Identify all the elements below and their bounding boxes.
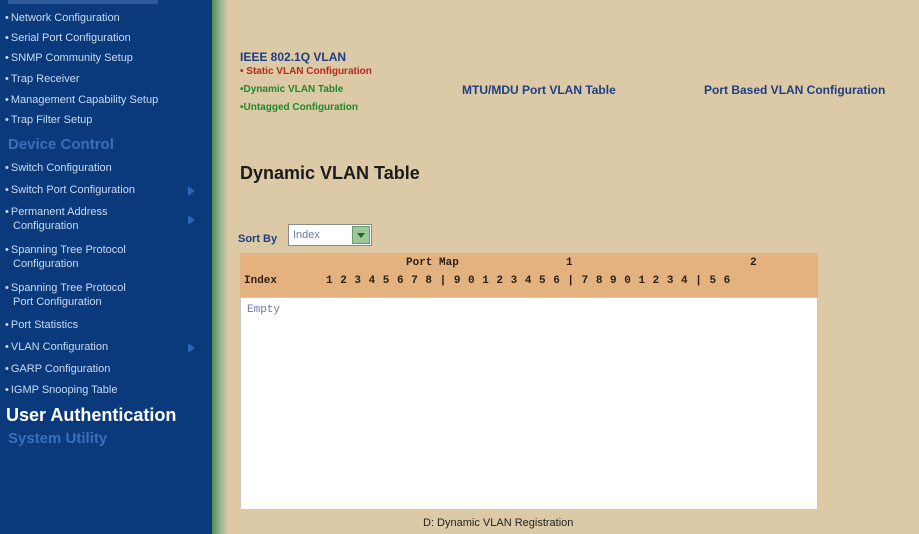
sidebar-item-label-line1: Permanent Address	[10, 206, 108, 218]
sidebar-cutoff-heading	[8, 0, 158, 4]
bullet-icon: •	[5, 282, 9, 294]
dropdown-arrow-icon[interactable]	[352, 226, 370, 244]
port-tens-1-header: 1	[566, 257, 573, 269]
figure-caption: D: Dynamic VLAN Registration	[423, 517, 574, 529]
sidebar-item-label: Trap Receiver	[10, 73, 80, 85]
link-untagged-configuration[interactable]: •Untagged Configuration	[240, 102, 358, 114]
sidebar-item-label: Management Capability Setup	[10, 94, 159, 106]
sidebar-item-network-configuration[interactable]: • Network Configuration	[5, 12, 205, 25]
sidebar-item-switch-configuration[interactable]: • Switch Configuration	[5, 162, 205, 175]
bullet-icon: •	[5, 384, 9, 396]
sidebar-item-igmp-snooping-table[interactable]: • IGMP Snooping Table	[5, 384, 205, 397]
sidebar-item-label-line1: Spanning Tree Protocol	[10, 244, 126, 256]
sidebar-heading-device-control[interactable]: Device Control	[8, 136, 114, 153]
sidebar-item-trap-filter-setup[interactable]: • Trap Filter Setup	[5, 114, 205, 127]
sidebar-item-permanent-address-configuration[interactable]: • Permanent Address Configuration	[5, 205, 205, 233]
sidebar-item-serial-port-configuration[interactable]: • Serial Port Configuration	[5, 32, 205, 45]
vlan-section-title: IEEE 802.1Q VLAN	[240, 50, 347, 64]
sidebar-item-label: IGMP Snooping Table	[10, 384, 118, 396]
main-content: IEEE 802.1Q VLAN • Static VLAN Configura…	[228, 0, 919, 534]
sidebar-item-switch-port-configuration[interactable]: • Switch Port Configuration	[5, 184, 205, 197]
sidebar-item-port-statistics[interactable]: • Port Statistics	[5, 319, 205, 332]
index-column-header: Index	[244, 275, 278, 287]
empty-table-message: Empty	[247, 304, 281, 316]
bullet-icon: •	[5, 94, 9, 106]
link-static-vlan-configuration[interactable]: • Static VLAN Configuration	[240, 66, 372, 78]
sidebar-nav: • Network Configuration • Serial Port Conf…	[0, 0, 212, 534]
sidebar-item-trap-receiver[interactable]: • Trap Receiver	[5, 73, 205, 86]
sidebar-item-label: Switch Port Configuration	[10, 184, 135, 196]
bullet-icon: •	[5, 73, 9, 85]
sidebar-item-label: Serial Port Configuration	[10, 32, 131, 44]
link-dynamic-vlan-table[interactable]: •Dynamic VLAN Table	[240, 84, 343, 96]
sidebar-item-stp-port-configuration[interactable]: • Spanning Tree Protocol Port Configurati…	[5, 281, 205, 309]
bullet-icon: •	[5, 52, 9, 64]
bullet-icon: •	[5, 206, 9, 218]
bullet-icon: •	[5, 12, 9, 24]
bullet-icon: •	[5, 244, 9, 256]
sidebar-item-label-line2: Configuration	[13, 258, 79, 270]
submenu-arrow-icon	[188, 186, 195, 196]
bullet-icon: •	[5, 162, 9, 174]
sidebar-item-garp-configuration[interactable]: • GARP Configuration	[5, 363, 205, 376]
sort-by-value: Index	[293, 229, 320, 241]
submenu-arrow-icon	[188, 343, 195, 353]
sidebar-item-label: Switch Configuration	[10, 162, 112, 174]
sort-by-label: Sort By	[238, 233, 278, 245]
page-title: Dynamic VLAN Table	[240, 163, 420, 183]
submenu-arrow-icon	[188, 215, 195, 225]
sidebar-item-snmp-community-setup[interactable]: • SNMP Community Setup	[5, 52, 205, 65]
vlan-table-header: Port Map 1 2 Index 1 2 3 4 5 6 7 8 | 9 0…	[240, 253, 818, 297]
sidebar-item-management-capability-setup[interactable]: • Management Capability Setup	[5, 94, 205, 107]
sidebar-item-vlan-configuration[interactable]: • VLAN Configuration	[5, 341, 205, 354]
bullet-icon: •	[5, 363, 9, 375]
sidebar-item-label: Network Configuration	[10, 12, 120, 24]
link-label: Static VLAN Configuration	[246, 66, 372, 77]
link-label: Untagged Configuration	[243, 102, 358, 113]
sidebar-item-label-line2: Port Configuration	[13, 296, 102, 308]
link-mtu-mdu-port-vlan-table[interactable]: MTU/MDU Port VLAN Table	[462, 83, 616, 97]
sidebar-item-label-line2: Configuration	[13, 220, 79, 232]
sidebar-item-label: Trap Filter Setup	[10, 114, 93, 126]
vlan-table-body: Empty	[240, 297, 818, 510]
bullet-icon: •	[5, 319, 9, 331]
sidebar-item-label-line1: Spanning Tree Protocol	[10, 282, 126, 294]
bullet-icon: •	[5, 114, 9, 126]
port-numbers-header: 1 2 3 4 5 6 7 8 | 9 0 1 2 3 4 5 6 | 7 8 …	[326, 275, 731, 287]
bullet-icon: •	[5, 32, 9, 44]
bullet-icon: •	[5, 184, 9, 196]
sidebar-item-stp-configuration[interactable]: • Spanning Tree Protocol Configuration	[5, 243, 205, 271]
sidebar-item-label: SNMP Community Setup	[10, 52, 133, 64]
link-port-based-vlan-configuration[interactable]: Port Based VLAN Configuration	[704, 83, 885, 97]
sidebar-item-label: Port Statistics	[10, 319, 79, 331]
frame-divider	[212, 0, 228, 534]
sort-by-select[interactable]: Index	[288, 224, 372, 246]
link-label: Dynamic VLAN Table	[243, 84, 344, 95]
sidebar-heading-user-authentication[interactable]: User Authentication	[6, 405, 176, 426]
sidebar-item-label: VLAN Configuration	[10, 341, 109, 353]
port-tens-2-header: 2	[750, 257, 757, 269]
port-map-header: Port Map	[406, 257, 459, 269]
bullet-icon: •	[5, 341, 9, 353]
sidebar-heading-system-utility[interactable]: System Utility	[8, 430, 107, 447]
sidebar-item-label: GARP Configuration	[10, 363, 111, 375]
